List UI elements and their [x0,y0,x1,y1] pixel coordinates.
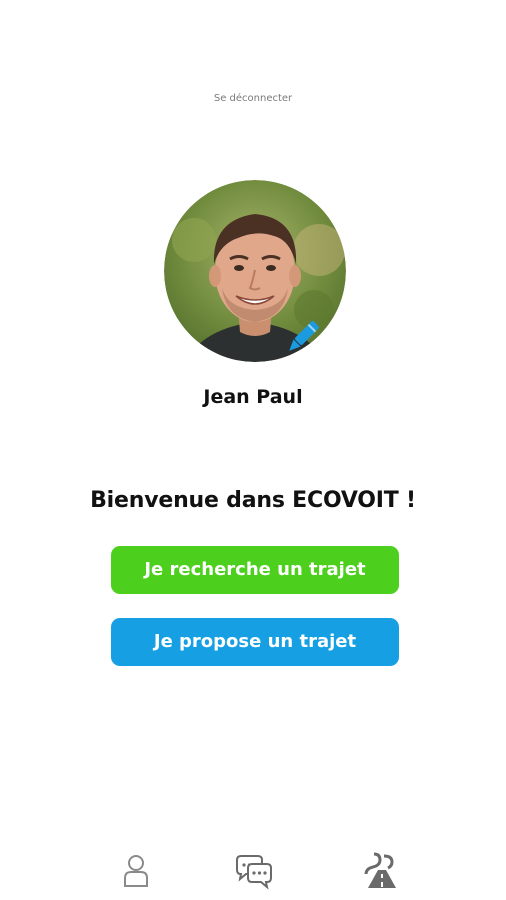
chat-bubbles-icon[interactable] [234,852,274,890]
avatar-container [164,180,346,362]
bottom-tab-bar [0,840,506,900]
search-trip-button[interactable]: Je recherche un trajet [111,546,399,594]
user-name: Jean Paul [203,386,303,408]
welcome-heading: Bienvenue dans ECOVOIT ! [90,488,416,513]
offer-trip-button[interactable]: Je propose un trajet [111,618,399,666]
user-icon[interactable] [122,852,150,890]
pencil-icon[interactable] [282,318,322,358]
home-screen: Se déconnecter Jean Paul Bienvenue dans … [0,0,506,900]
road-icon[interactable] [364,852,400,890]
logout-link[interactable]: Se déconnecter [0,93,506,104]
